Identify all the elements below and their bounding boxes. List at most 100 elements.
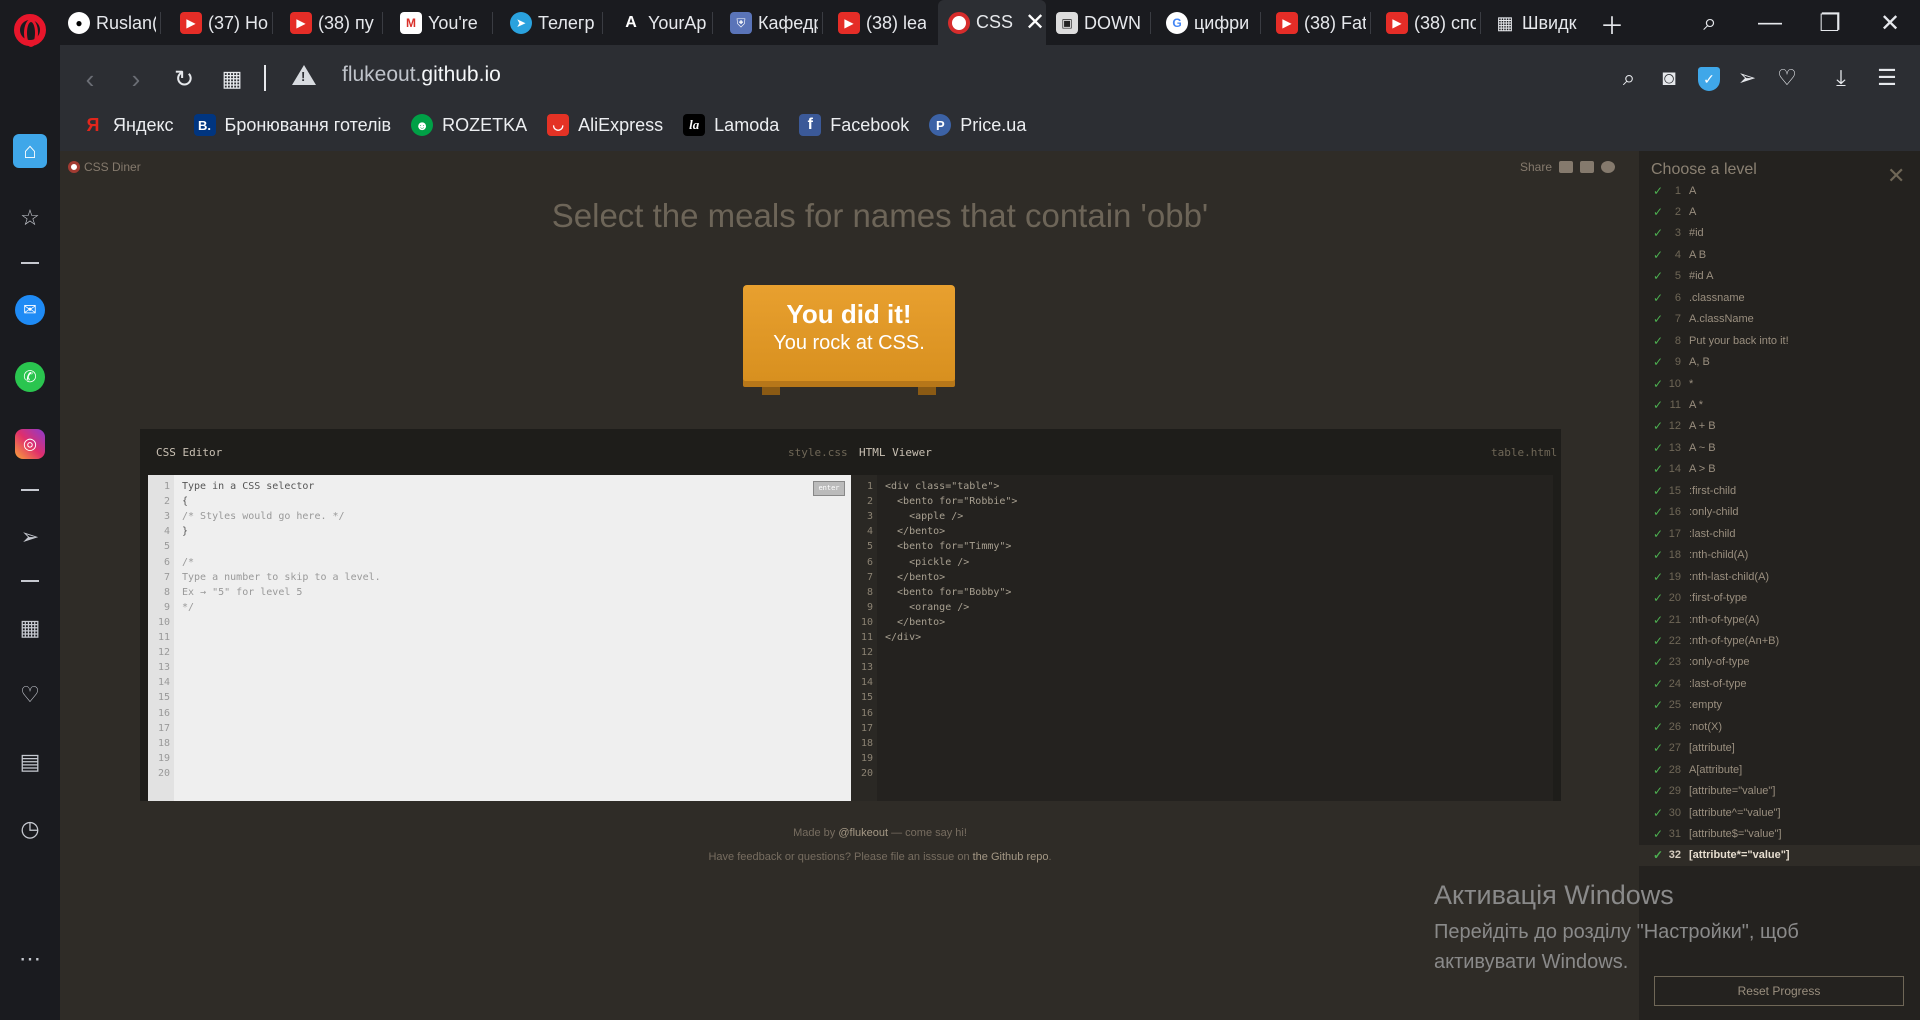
brand[interactable]: CSS Diner xyxy=(68,160,141,174)
level-item[interactable]: ✓ 5 #id A xyxy=(1639,266,1920,287)
flukeout-link[interactable]: @flukeout xyxy=(838,827,888,839)
send-icon[interactable]: ➢ xyxy=(13,520,47,554)
bookmark-facebook[interactable]: f Facebook xyxy=(799,114,909,136)
tab[interactable]: M You're xyxy=(400,6,488,40)
level-item[interactable]: ✓ 7 A.className xyxy=(1639,309,1920,330)
tab-active-css-diner[interactable]: CSS ✕ xyxy=(938,0,1046,45)
heart-icon[interactable]: ♡ xyxy=(13,678,47,712)
tab-overview-icon[interactable]: ▦ xyxy=(214,61,250,97)
vpn-shield-icon[interactable]: ✓ xyxy=(1698,67,1720,91)
close-tab-icon[interactable]: ✕ xyxy=(1025,8,1045,37)
level-item[interactable]: ✓ 32 [attribute*="value"] xyxy=(1639,844,1920,866)
news-icon[interactable]: ▤ xyxy=(13,745,47,779)
reset-progress-button[interactable]: Reset Progress xyxy=(1654,976,1904,1006)
back-icon[interactable]: ‹ xyxy=(72,61,108,97)
level-label: :last-child xyxy=(1689,527,1736,540)
tab[interactable]: ▣ DOWN xyxy=(1056,6,1146,40)
level-item[interactable]: ✓ 19:nth-last-child(A) xyxy=(1639,566,1920,587)
history-clock-icon[interactable]: ◷ xyxy=(13,812,47,846)
level-number: 21 xyxy=(1668,613,1681,626)
snapshot-camera-icon[interactable]: ◙ xyxy=(1652,61,1686,95)
downloads-icon[interactable]: ⤓ xyxy=(1824,61,1858,95)
bookmark-yandex[interactable]: Я Яндекс xyxy=(82,114,174,136)
level-item[interactable]: ✓ 22:nth-of-type(An+B) xyxy=(1639,630,1920,651)
tab[interactable]: ● Ruslan( xyxy=(68,6,156,40)
tab[interactable]: ▦ Швидк xyxy=(1494,6,1586,40)
easy-setup-icon[interactable]: ☰ xyxy=(1870,61,1904,95)
tab[interactable]: ⛨ Кафедр xyxy=(730,6,818,40)
twitter-share-icon[interactable] xyxy=(1601,161,1616,173)
code-line: <orange /> xyxy=(885,601,970,613)
tab[interactable]: ▶ (37) Ho xyxy=(180,6,268,40)
send-to-icon[interactable]: ➢ xyxy=(1730,61,1764,95)
tab[interactable]: ▶ (38) lea xyxy=(838,6,926,40)
my-flow-heart-icon[interactable]: ♡ xyxy=(1770,61,1804,95)
minimize-icon[interactable]: — xyxy=(1750,6,1790,40)
opera-logo-icon[interactable] xyxy=(14,14,46,47)
workspaces-icon[interactable]: ▦ xyxy=(13,611,47,645)
tab[interactable]: ▶ (38) спо xyxy=(1386,6,1476,40)
level-item[interactable]: ✓ 13 A ~ B xyxy=(1639,437,1920,458)
level-item[interactable]: ✓ 16:only-child xyxy=(1639,502,1920,523)
level-item[interactable]: ✓ 30 [attribute^="value"] xyxy=(1639,802,1920,823)
level-item[interactable]: ✓ 15:first-child xyxy=(1639,480,1920,501)
level-item[interactable]: ✓ 8 Put your back into it! xyxy=(1639,330,1920,351)
reload-icon[interactable]: ↻ xyxy=(166,61,202,97)
level-item[interactable]: ✓ 24:last-of-type xyxy=(1639,673,1920,694)
level-item[interactable]: ✓ 9 A, B xyxy=(1639,352,1920,373)
bookmarks-star-icon[interactable]: ☆ xyxy=(13,201,47,235)
forward-icon[interactable]: › xyxy=(118,61,154,97)
css-editor[interactable]: 1 2 3 4 5 6 7 8 9 10 11 12 13 14 15 16 17 18 19 20 Type in … xyxy=(148,475,851,801)
whatsapp-icon[interactable]: ✆ xyxy=(15,362,45,392)
level-item[interactable]: ✓ 3 #id xyxy=(1639,223,1920,244)
level-item[interactable]: ✓ 21:nth-of-type(A) xyxy=(1639,609,1920,630)
email-share-icon[interactable] xyxy=(1559,161,1574,173)
level-item[interactable]: ✓ 17:last-child xyxy=(1639,523,1920,544)
messenger-icon[interactable]: ✉ xyxy=(15,295,45,325)
level-item[interactable]: ✓ 11 A * xyxy=(1639,395,1920,416)
facebook-share-icon[interactable] xyxy=(1580,161,1595,173)
level-item[interactable]: ✓ 26:not(X) xyxy=(1639,716,1920,737)
level-item[interactable]: ✓ 18:nth-child(A) xyxy=(1639,545,1920,566)
level-item[interactable]: ✓ 29 [attribute="value"] xyxy=(1639,781,1920,802)
tab[interactable]: Gцифри xyxy=(1166,6,1256,40)
close-window-icon[interactable]: ✕ xyxy=(1870,6,1910,40)
enter-button[interactable]: enter xyxy=(813,481,845,496)
tab-label: (38) Fat xyxy=(1304,12,1366,33)
bookmark-priceua[interactable]: P Price.ua xyxy=(929,114,1026,136)
search-tabs-icon[interactable]: ⌕ xyxy=(1690,6,1730,40)
more-icon[interactable]: ⋯ xyxy=(13,942,47,976)
bookmark-aliexpress[interactable]: ◡ AliExpress xyxy=(547,114,663,136)
level-item[interactable]: ✓ 28 A[attribute] xyxy=(1639,759,1920,780)
level-label: A B xyxy=(1689,248,1707,261)
home-icon[interactable]: ⌂ xyxy=(13,134,47,168)
level-item[interactable]: ✓ 31 [attribute$="value"] xyxy=(1639,824,1920,845)
tab[interactable]: ▶ (38) пу xyxy=(290,6,378,40)
url-field[interactable]: flukeout.github.io xyxy=(342,63,501,87)
level-item[interactable]: ✓ 2 A xyxy=(1639,201,1920,222)
tab[interactable]: A YourAp xyxy=(620,6,708,40)
bookmark-booking[interactable]: B. Бронювання готелів xyxy=(193,114,391,136)
level-number: 5 xyxy=(1674,270,1681,283)
restore-window-icon[interactable]: ❐ xyxy=(1810,6,1850,40)
level-item[interactable]: ✓ 20:first-of-type xyxy=(1639,588,1920,609)
instagram-icon[interactable]: ◎ xyxy=(15,429,45,459)
new-tab-plus-icon[interactable]: ＋ xyxy=(1592,6,1632,40)
tab[interactable]: ➤ Телегр xyxy=(510,6,598,40)
page-search-icon[interactable]: ⌕ xyxy=(1612,61,1646,95)
bookmark-rozetka[interactable]: ☻ ROZETKA xyxy=(411,114,527,136)
level-item[interactable]: ✓ 25:empty xyxy=(1639,695,1920,716)
not-secure-warning-icon[interactable] xyxy=(292,65,316,85)
level-number: 15 xyxy=(1668,484,1681,497)
tab[interactable]: ▶ (38) Fat xyxy=(1276,6,1366,40)
level-item[interactable]: ✓ 10 * xyxy=(1639,373,1920,394)
level-item[interactable]: ✓ 6 .classname xyxy=(1639,287,1920,308)
bookmark-lamoda[interactable]: la Lamoda xyxy=(683,114,779,136)
level-item[interactable]: ✓ 4 A B xyxy=(1639,244,1920,265)
level-item[interactable]: ✓ 12 A + B xyxy=(1639,416,1920,437)
level-item[interactable]: ✓ 14 A > B xyxy=(1639,459,1920,480)
level-item[interactable]: ✓ 1 A xyxy=(1639,180,1920,201)
level-item[interactable]: ✓ 23:only-of-type xyxy=(1639,652,1920,673)
github-repo-link[interactable]: the Github repo xyxy=(973,851,1049,863)
level-item[interactable]: ✓ 27 [attribute] xyxy=(1639,738,1920,759)
